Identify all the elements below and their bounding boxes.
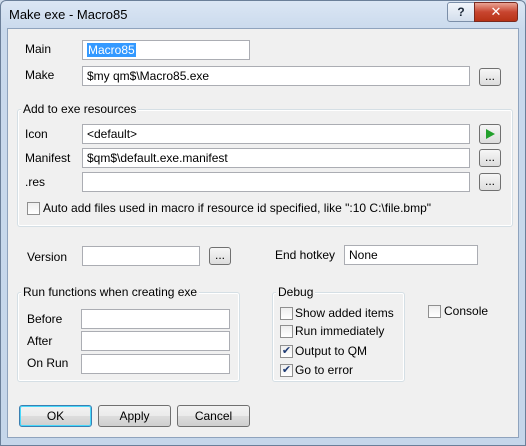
after-label: After	[27, 334, 53, 348]
help-button[interactable]: ?	[447, 2, 475, 22]
version-browse-button[interactable]: ...	[209, 247, 231, 265]
version-label: Version	[27, 250, 68, 264]
icon-run-button[interactable]	[479, 124, 501, 144]
res-browse-button[interactable]: ...	[479, 173, 501, 191]
output-to-qm-label: Output to QM	[295, 344, 368, 358]
before-input[interactable]	[81, 309, 230, 329]
manifest-label: Manifest	[25, 151, 71, 165]
play-icon	[486, 129, 495, 139]
res-input[interactable]	[82, 172, 470, 192]
debug-group-label: Debug	[276, 285, 316, 299]
show-added-items-label: Show added items	[295, 306, 394, 320]
resources-group-label: Add to exe resources	[21, 102, 139, 116]
auto-add-checkbox[interactable]	[27, 202, 40, 215]
title-bar[interactable]: Make exe - Macro85 ? ✕	[1, 1, 525, 29]
main-label: Main	[25, 42, 52, 56]
run-immediately-checkbox[interactable]	[280, 325, 293, 338]
icon-label: Icon	[25, 127, 48, 141]
ok-button[interactable]: OK	[19, 405, 92, 427]
auto-add-label: Auto add files used in macro if resource…	[43, 201, 432, 215]
close-button[interactable]: ✕	[474, 2, 518, 22]
version-input[interactable]	[82, 246, 200, 266]
make-browse-button[interactable]: ...	[479, 68, 501, 86]
dialog-body: Main Macro85 Make $my qm$\Macro85.exe ..…	[7, 28, 519, 438]
res-label: .res	[25, 175, 46, 189]
window-title: Make exe - Macro85	[9, 7, 128, 22]
on-run-input[interactable]	[81, 354, 230, 374]
icon-input[interactable]: <default>	[82, 124, 470, 144]
main-name-value: Macro85	[87, 43, 136, 57]
manifest-browse-button[interactable]: ...	[479, 149, 501, 167]
end-hotkey-input[interactable]: None	[344, 245, 478, 265]
go-to-error-label: Go to error	[295, 363, 354, 377]
run-functions-group-label: Run functions when creating exe	[21, 285, 200, 299]
make-label: Make	[25, 68, 55, 82]
after-input[interactable]	[81, 331, 230, 351]
manifest-input[interactable]: $qm$\default.exe.manifest	[82, 148, 470, 168]
end-hotkey-label: End hotkey	[275, 248, 336, 262]
cancel-button[interactable]: Cancel	[177, 405, 250, 427]
console-label: Console	[444, 304, 489, 318]
output-to-qm-checkbox[interactable]: ✔	[280, 345, 293, 358]
on-run-label: On Run	[27, 356, 69, 370]
console-checkbox[interactable]	[428, 305, 441, 318]
go-to-error-checkbox[interactable]: ✔	[280, 364, 293, 377]
before-label: Before	[27, 312, 63, 326]
main-name-input[interactable]: Macro85	[82, 40, 250, 60]
show-added-items-checkbox[interactable]	[280, 307, 293, 320]
make-path-input[interactable]: $my qm$\Macro85.exe	[82, 66, 470, 86]
apply-button[interactable]: Apply	[98, 405, 171, 427]
run-immediately-label: Run immediately	[295, 324, 385, 338]
